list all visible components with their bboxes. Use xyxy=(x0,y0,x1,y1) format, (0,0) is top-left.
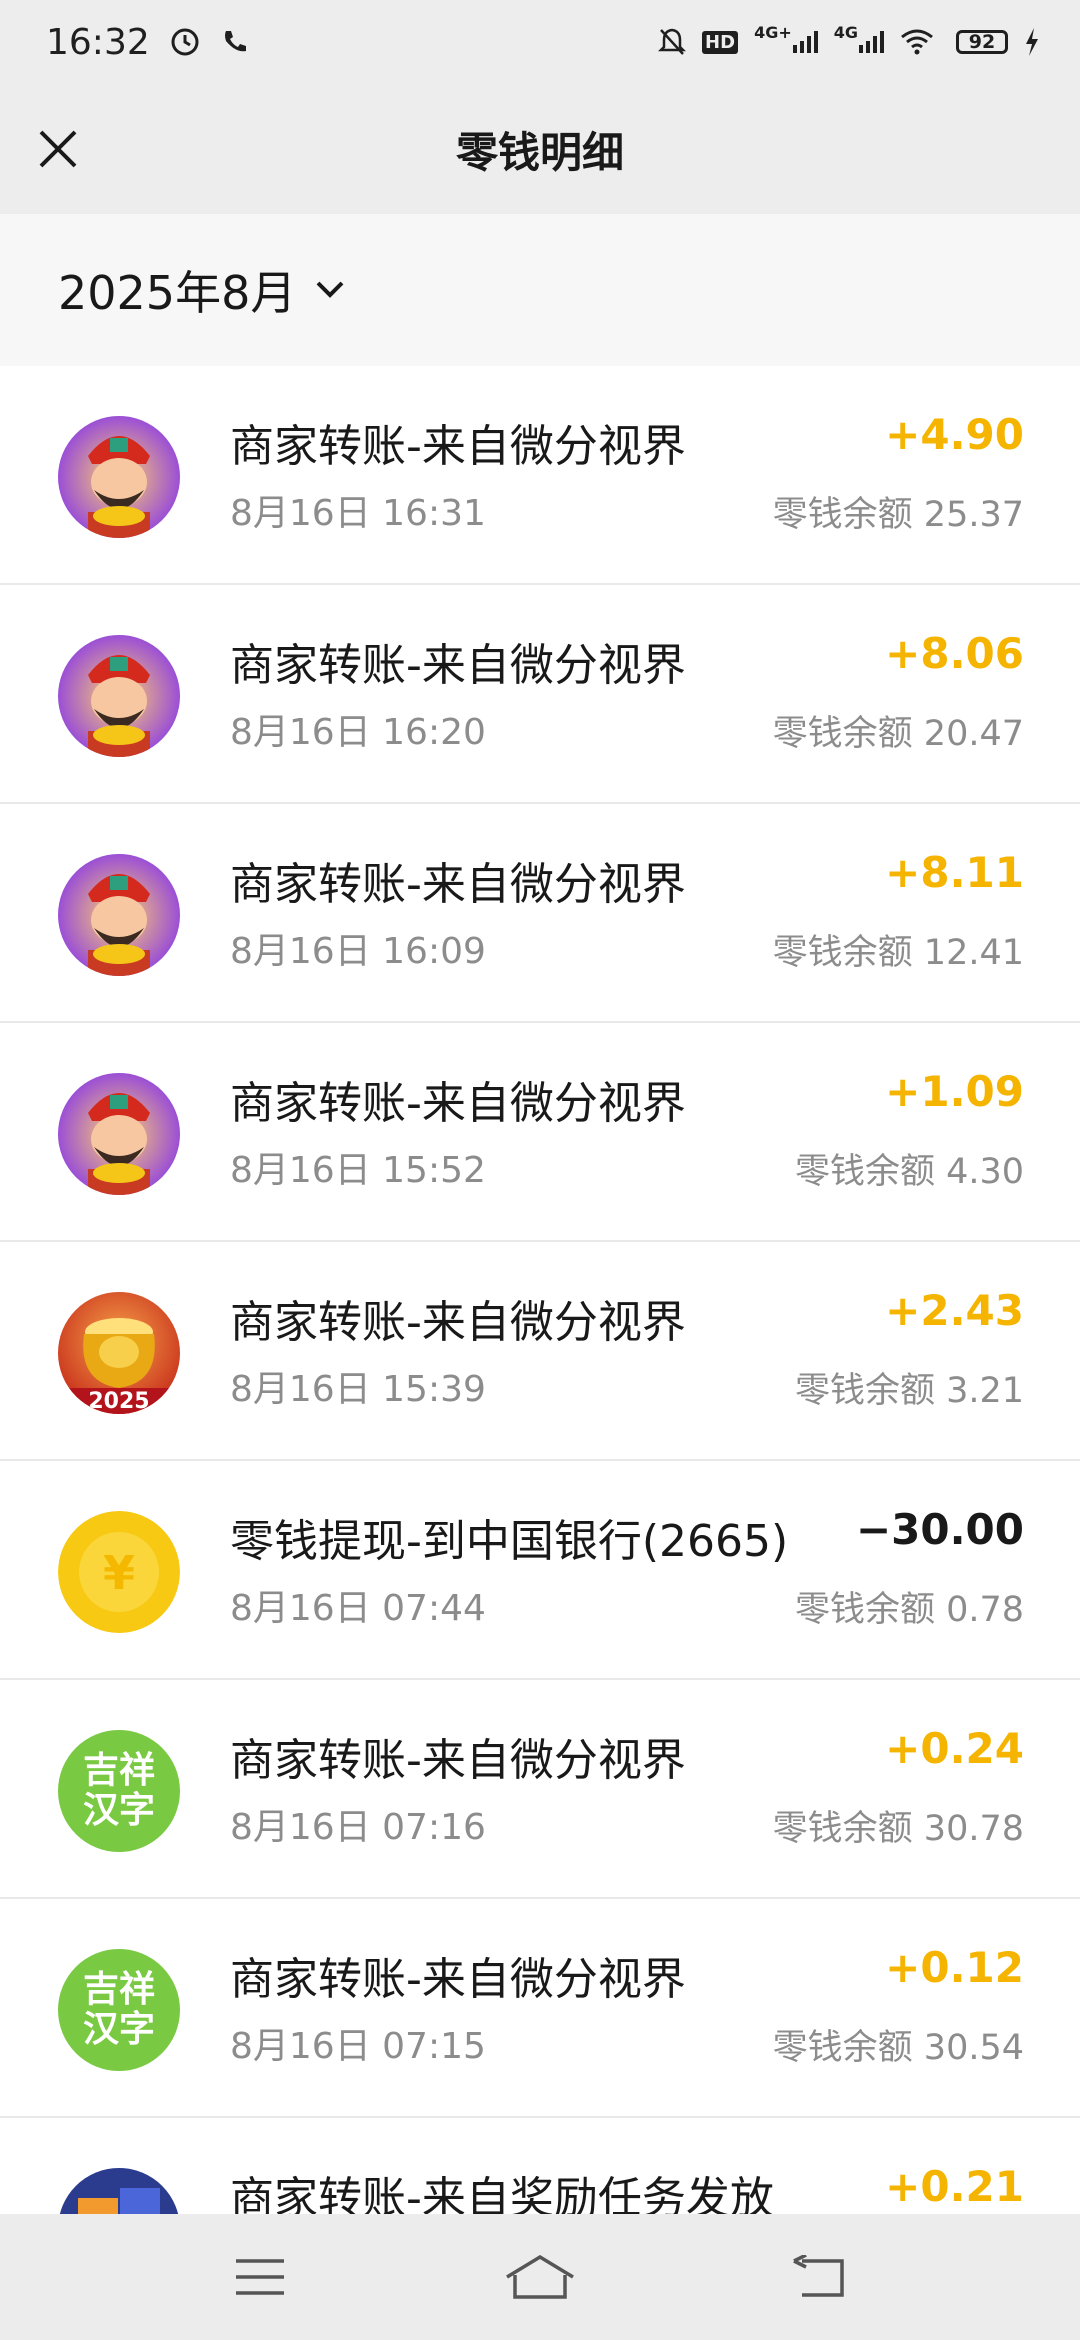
transaction-balance: 零钱余额 0.78 xyxy=(794,1590,1024,1630)
transaction-balance: 零钱余额 30.54 xyxy=(772,2028,1024,2068)
transaction-row[interactable]: 2025 商家转账-来自微分视界 8月16日 15:39 +2.43 零钱余额 … xyxy=(0,1242,1080,1461)
transaction-row[interactable]: 吉祥汉字 商家转账-来自微分视界 8月16日 07:16 +0.24 零钱余额 … xyxy=(0,1680,1080,1899)
transaction-time: 8月16日 16:09 xyxy=(230,931,486,972)
battery-icon: 92 xyxy=(956,30,1008,54)
mute-bell-icon xyxy=(658,27,687,57)
close-button[interactable] xyxy=(22,113,94,185)
transaction-amount: +4.90 xyxy=(885,410,1024,459)
jixiang-hanzi-logo: 吉祥汉字 xyxy=(82,1750,155,1831)
transaction-amount: +8.11 xyxy=(885,848,1024,897)
month-filter[interactable]: 2025年8月 xyxy=(0,214,1080,366)
signal-4g-icon: 4G xyxy=(834,23,884,53)
transaction-title: 商家转账-来自微分视界 xyxy=(230,1297,686,1348)
battery-level: 92 xyxy=(968,31,996,53)
reward-task-avatar xyxy=(58,2168,180,2214)
transaction-title: 商家转账-来自微分视界 xyxy=(230,1954,686,2005)
transaction-title: 商家转账-来自微分视界 xyxy=(230,859,686,910)
transaction-amount: +0.21 xyxy=(885,2162,1024,2211)
transaction-time: 8月16日 15:52 xyxy=(230,1150,486,1191)
yuan-symbol: ¥ xyxy=(103,1546,135,1600)
transaction-balance: 零钱余额 30.78 xyxy=(772,1809,1024,1849)
hd-icon: HD xyxy=(702,30,739,54)
charging-icon xyxy=(1024,28,1040,56)
transaction-row[interactable]: 吉祥汉字 商家转账-来自微分视界 8月16日 07:15 +0.12 零钱余额 … xyxy=(0,1899,1080,2118)
transaction-time: 8月16日 16:20 xyxy=(230,712,486,753)
timer-icon xyxy=(170,27,200,57)
page-title: 零钱明细 xyxy=(455,127,624,177)
treasure-pot-year: 2025 xyxy=(88,1389,149,1414)
home-icon xyxy=(506,2255,574,2299)
month-label: 2025年8月 xyxy=(58,266,297,320)
transaction-row[interactable]: 商家转账-来自微分视界 8月16日 15:52 +1.09 零钱余额 4.30 xyxy=(0,1023,1080,1242)
signal-4g-plus-icon: 4G+ xyxy=(754,23,818,53)
network1-label: 4G+ xyxy=(754,22,792,42)
transaction-row[interactable]: 商家转账-来自微分视界 8月16日 16:09 +8.11 零钱余额 12.41 xyxy=(0,804,1080,1023)
transaction-amount: +2.43 xyxy=(885,1286,1024,1335)
jixiang-hanzi-avatar: 吉祥汉字 xyxy=(58,1730,180,1852)
transaction-time: 8月16日 07:44 xyxy=(230,1588,486,1629)
transaction-row[interactable]: 商家转账-来自微分视界 8月16日 16:31 +4.90 零钱余额 25.37 xyxy=(0,366,1080,585)
transaction-time: 8月16日 07:16 xyxy=(230,1807,486,1848)
transaction-list: 商家转账-来自微分视界 8月16日 16:31 +4.90 零钱余额 25.37… xyxy=(0,366,1080,2214)
title-bar: 零钱明细 xyxy=(0,84,1080,214)
transaction-row[interactable]: 商家转账-来自奖励任务发放 +0.21 xyxy=(0,2118,1080,2214)
menu-button[interactable] xyxy=(210,2237,310,2317)
transaction-row[interactable]: 商家转账-来自微分视界 8月16日 16:20 +8.06 零钱余额 20.47 xyxy=(0,585,1080,804)
transaction-title: 零钱提现-到中国银行(2665) xyxy=(230,1516,789,1567)
transaction-amount: +0.24 xyxy=(885,1724,1024,1773)
transaction-balance: 零钱余额 4.30 xyxy=(794,1152,1024,1192)
transaction-balance: 零钱余额 3.21 xyxy=(794,1371,1024,1411)
wifi-icon xyxy=(900,29,934,55)
clock: 16:32 xyxy=(46,21,150,63)
phone-call-icon xyxy=(220,27,250,57)
transaction-amount: +1.09 xyxy=(885,1067,1024,1116)
status-bar: 16:32 HD 4G+ 4G 92 xyxy=(0,0,1080,84)
transaction-time: 8月16日 15:39 xyxy=(230,1369,486,1410)
back-button[interactable] xyxy=(770,2237,870,2317)
system-nav-bar xyxy=(0,2214,1080,2340)
transaction-balance: 零钱余额 20.47 xyxy=(772,714,1024,754)
transaction-title: 商家转账-来自微分视界 xyxy=(230,1735,686,1786)
close-icon xyxy=(39,130,77,168)
god-of-wealth-avatar xyxy=(58,635,180,757)
jixiang-hanzi-avatar: 吉祥汉字 xyxy=(58,1949,180,2071)
god-of-wealth-avatar xyxy=(58,1073,180,1195)
jixiang-hanzi-logo: 吉祥汉字 xyxy=(82,1969,155,2050)
transaction-time: 8月16日 07:15 xyxy=(230,2026,486,2067)
home-button[interactable] xyxy=(490,2237,590,2317)
transaction-amount: +0.12 xyxy=(885,1943,1024,1992)
transaction-balance: 零钱余额 12.41 xyxy=(772,933,1024,973)
transaction-title: 商家转账-来自微分视界 xyxy=(230,1078,686,1129)
transaction-title: 商家转账-来自奖励任务发放 xyxy=(230,2173,774,2214)
transaction-amount: −30.00 xyxy=(855,1505,1024,1554)
transaction-title: 商家转账-来自微分视界 xyxy=(230,640,686,691)
transaction-balance: 零钱余额 25.37 xyxy=(772,495,1024,535)
treasure-pot-avatar: 2025 xyxy=(58,1292,180,1414)
network2-label: 4G xyxy=(833,22,858,42)
god-of-wealth-avatar xyxy=(58,416,180,538)
yuan-coin-avatar: ¥ xyxy=(58,1511,180,1633)
hd-label: HD xyxy=(702,30,739,54)
god-of-wealth-avatar xyxy=(58,854,180,976)
status-bar-right: HD 4G+ 4G 92 xyxy=(658,23,1040,57)
transaction-time: 8月16日 16:31 xyxy=(230,493,486,534)
back-icon xyxy=(793,2255,844,2297)
menu-icon xyxy=(236,2259,284,2295)
chevron-down-icon xyxy=(314,279,346,301)
status-bar-left: 16:32 xyxy=(46,22,250,63)
transaction-title: 商家转账-来自微分视界 xyxy=(230,421,686,472)
transaction-row[interactable]: ¥ 零钱提现-到中国银行(2665) 8月16日 07:44 −30.00 零钱… xyxy=(0,1461,1080,1680)
transaction-amount: +8.06 xyxy=(885,629,1024,678)
